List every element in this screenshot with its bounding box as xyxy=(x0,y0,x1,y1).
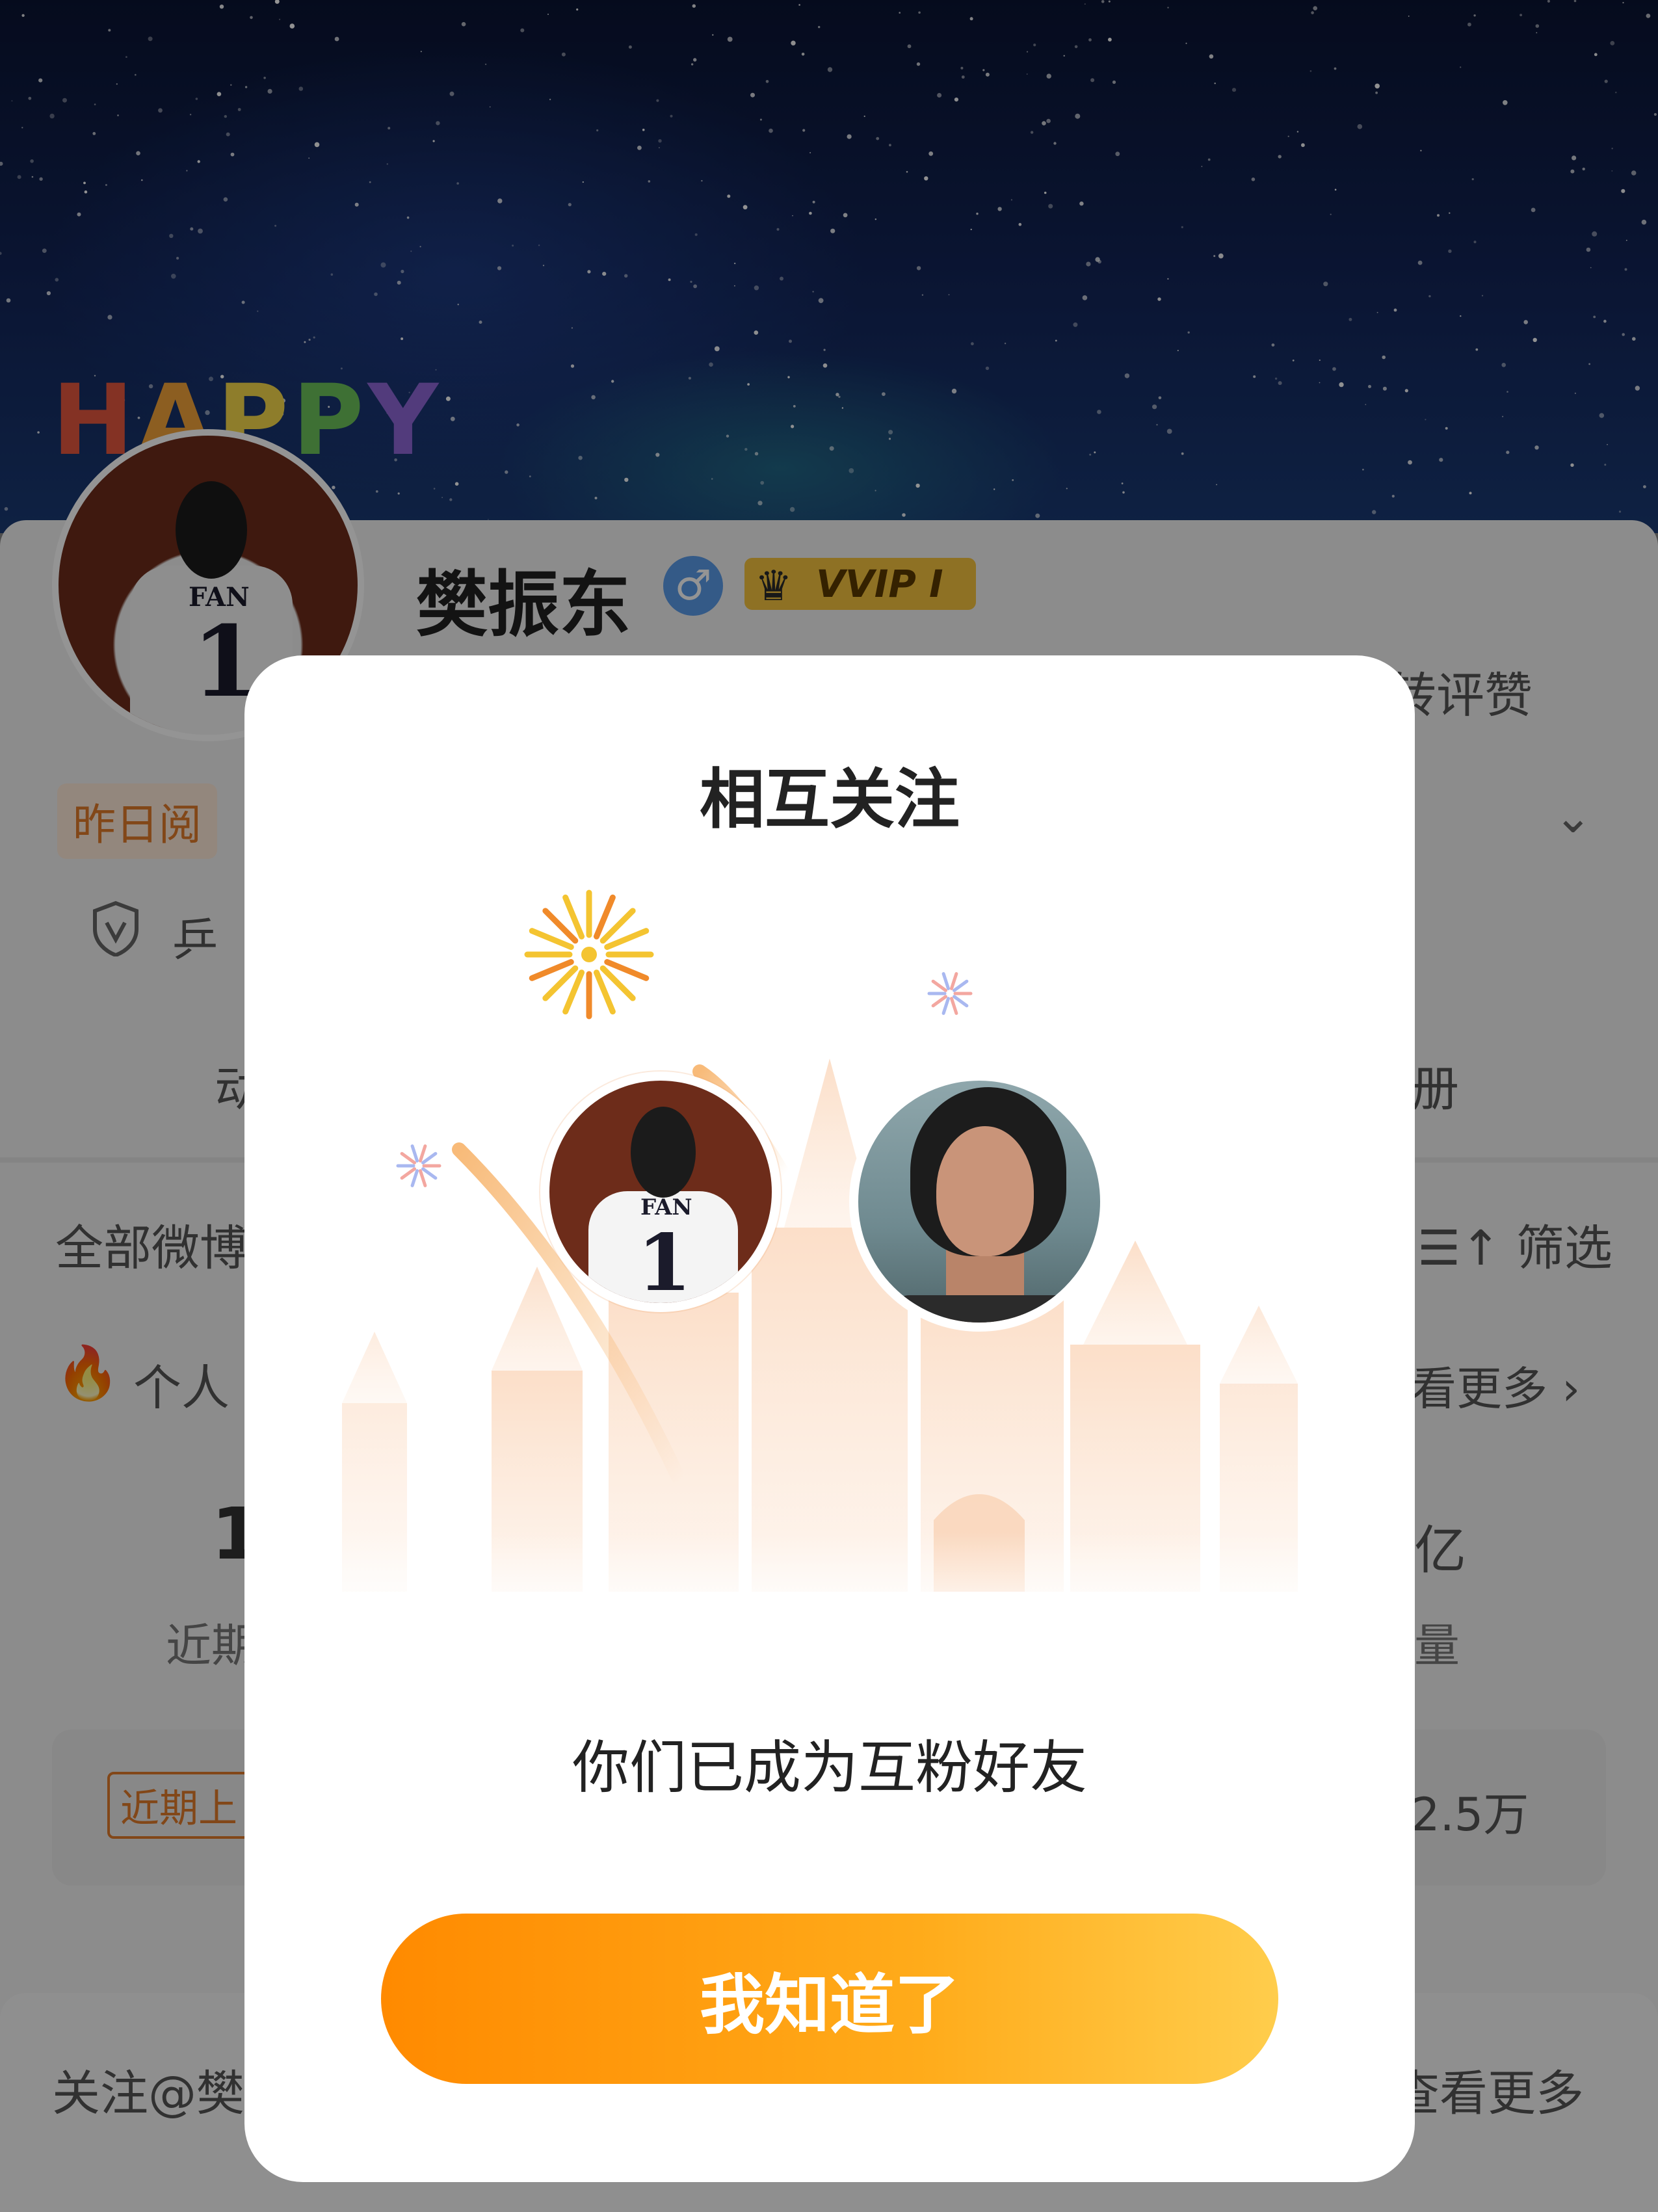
my-avatar: FAN 1 xyxy=(540,1072,781,1312)
jersey-fan-text: FAN xyxy=(640,1194,692,1220)
confirm-button[interactable]: 我知道了 xyxy=(381,1914,1278,2084)
sparkle-icon xyxy=(396,1144,441,1187)
mutual-follow-modal: 相互关注 FAN 1 你们已成为互粉好友 我知道了 xyxy=(244,655,1415,2182)
sparkle-icon xyxy=(927,972,973,1015)
jersey-number: 1 xyxy=(637,1217,692,1309)
friend-avatar xyxy=(849,1072,1109,1332)
firework-icon xyxy=(524,889,654,1020)
mutual-follow-message: 你们已成为互粉好友 xyxy=(572,1734,1087,1801)
